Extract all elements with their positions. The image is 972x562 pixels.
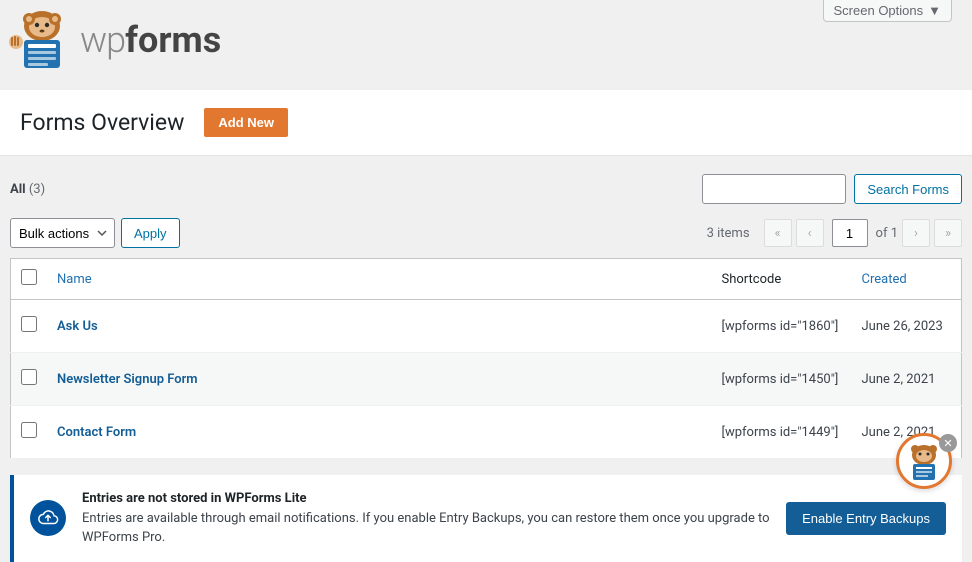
row-checkbox[interactable]: [21, 369, 37, 385]
page-header: Forms Overview Add New: [0, 90, 972, 156]
pagination: 3 items « ‹ of 1 › »: [707, 219, 962, 247]
row-checkbox[interactable]: [21, 316, 37, 332]
form-created: June 2, 2021: [852, 353, 962, 406]
table-row: Ask Us [wpforms id="1860"] June 26, 2023: [11, 300, 962, 353]
row-checkbox[interactable]: [21, 422, 37, 438]
search-button[interactable]: Search Forms: [854, 174, 962, 204]
pagination-last-button[interactable]: »: [934, 219, 962, 247]
wpforms-logo: wpforms: [6, 10, 221, 70]
filter-all[interactable]: All (3): [10, 182, 45, 197]
form-name-link[interactable]: Contact Form: [57, 425, 136, 440]
form-name-link[interactable]: Newsletter Signup Form: [57, 372, 198, 387]
column-created-header[interactable]: Created: [852, 259, 962, 300]
notice-text: Entries are not stored in WPForms Lite E…: [82, 489, 770, 548]
wpforms-wordmark: wpforms: [80, 19, 221, 61]
cloud-upload-icon: [30, 500, 66, 536]
entries-notice: Entries are not stored in WPForms Lite E…: [10, 475, 962, 562]
form-shortcode: [wpforms id="1860"]: [712, 300, 852, 353]
tablenav-top: Bulk actions Apply 3 items « ‹ of 1 › »: [10, 212, 962, 258]
filter-row: All (3) Search Forms: [10, 166, 962, 212]
search-input[interactable]: [702, 174, 846, 204]
enable-entry-backups-button[interactable]: Enable Entry Backups: [786, 502, 946, 535]
form-shortcode: [wpforms id="1449"]: [712, 406, 852, 459]
pagination-next-button[interactable]: ›: [902, 219, 930, 247]
form-created: June 26, 2023: [852, 300, 962, 353]
select-all-header: [11, 259, 48, 300]
table-header-row: Name Shortcode Created: [11, 259, 962, 300]
select-all-checkbox[interactable]: [21, 269, 37, 285]
search-area: Search Forms: [702, 174, 962, 204]
close-icon[interactable]: ✕: [939, 434, 957, 452]
pagination-first-button[interactable]: «: [764, 219, 792, 247]
screen-options-button[interactable]: Screen Options ▼: [823, 0, 952, 22]
form-name-link[interactable]: Ask Us: [57, 319, 98, 334]
bulk-actions-select[interactable]: Bulk actions: [10, 218, 115, 248]
table-row: Contact Form [wpforms id="1449"] June 2,…: [11, 406, 962, 459]
pagination-of-text: of 1: [876, 226, 898, 241]
caret-down-icon: ▼: [928, 3, 941, 18]
screen-options-label: Screen Options: [834, 3, 924, 18]
bulk-actions: Bulk actions Apply: [10, 218, 180, 248]
table-row: Newsletter Signup Form [wpforms id="1450…: [11, 353, 962, 406]
apply-button[interactable]: Apply: [121, 218, 180, 248]
pagination-current-input[interactable]: [832, 219, 868, 247]
page-title: Forms Overview: [20, 109, 184, 136]
pagination-prev-button[interactable]: ‹: [796, 219, 824, 247]
wpforms-mascot-icon: [6, 10, 72, 70]
column-name-header[interactable]: Name: [47, 259, 712, 300]
add-new-button[interactable]: Add New: [204, 108, 288, 137]
help-mascot-button[interactable]: ✕: [896, 433, 952, 489]
column-shortcode-header: Shortcode: [712, 259, 852, 300]
form-shortcode: [wpforms id="1450"]: [712, 353, 852, 406]
pagination-count: 3 items: [707, 226, 750, 241]
forms-table: Name Shortcode Created Ask Us [wpforms i…: [10, 258, 962, 459]
plugin-header: wpforms Screen Options ▼: [0, 0, 972, 90]
